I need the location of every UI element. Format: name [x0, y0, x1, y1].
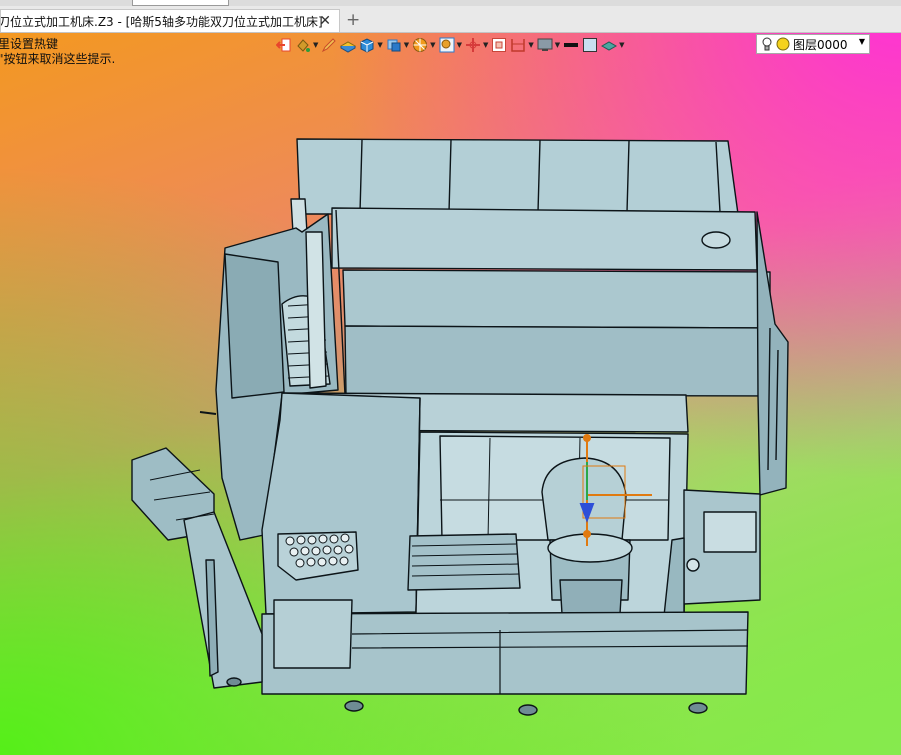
- roof-front-panel: [342, 269, 771, 329]
- machine-model[interactable]: [0, 0, 901, 755]
- control-panel-screen: [703, 511, 757, 553]
- roof-front-face: [344, 325, 772, 397]
- right-side-panel: [756, 211, 789, 496]
- roof-hatch: [701, 231, 731, 249]
- tool-changer-column: [305, 231, 327, 389]
- enclosure-left-post: [290, 198, 308, 234]
- triad-origin: [583, 434, 591, 442]
- rotary-platter: [547, 533, 633, 563]
- trunnion-arm: [541, 457, 627, 541]
- worktable: [407, 533, 521, 591]
- roof-panel: [331, 207, 758, 271]
- tool-changer-door: [224, 253, 285, 399]
- side-pin: [199, 411, 217, 415]
- triad-handle: [583, 530, 591, 538]
- trunnion-base: [559, 579, 623, 615]
- enclosure-back-wall: [296, 138, 739, 215]
- control-knob: [686, 558, 700, 572]
- left-front-column: [261, 392, 421, 615]
- left-access-door: [273, 599, 353, 669]
